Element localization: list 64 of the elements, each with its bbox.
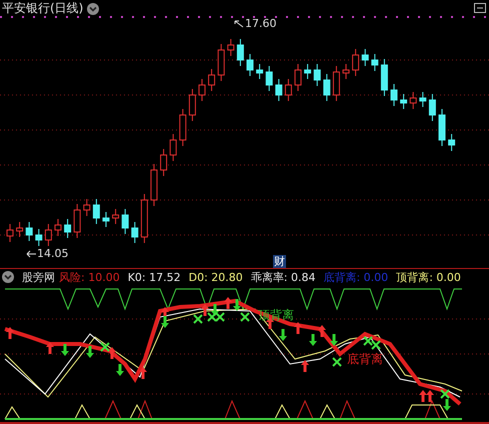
candlestick (44, 224, 52, 246)
candlestick (74, 204, 81, 238)
candlestick (26, 222, 33, 242)
candlestick (54, 218, 62, 236)
candlestick (284, 78, 292, 102)
candlestick (218, 44, 225, 82)
candlestick (275, 78, 282, 102)
dropdown-icon[interactable] (2, 271, 14, 283)
candlestick (304, 64, 312, 80)
candlestick (246, 54, 254, 76)
candlestick (419, 92, 426, 108)
candlestick (390, 84, 398, 106)
candlestick (342, 64, 350, 80)
divergence-label: 底背离 (347, 351, 383, 368)
candlestick (314, 64, 321, 86)
toggle-icon[interactable] (474, 3, 486, 13)
candlestick (35, 228, 42, 246)
candlestick (102, 212, 110, 228)
candlestick (256, 64, 264, 80)
candlestick (122, 208, 129, 234)
candlestick (400, 94, 408, 110)
candlestick (6, 224, 14, 242)
indicator-name: 股旁网 (22, 270, 55, 284)
candlestick (112, 208, 120, 224)
indicator-value: D0: 20.80 (188, 270, 243, 284)
candlestick (448, 134, 456, 152)
high-price-label: 17.60 (245, 17, 276, 30)
indicator-value: 顶背离: 0.00 (396, 270, 461, 284)
arrow-icon (26, 250, 36, 258)
dropdown-icon[interactable] (87, 2, 100, 14)
candlestick (332, 66, 340, 102)
candlestick (208, 68, 216, 92)
candlestick (131, 222, 138, 244)
candlestick (188, 88, 196, 122)
candlestick (371, 54, 378, 72)
candlestick (428, 94, 436, 122)
indicator-value: 底背离: 0.00 (323, 270, 388, 284)
candlestick (179, 108, 186, 146)
candlestick (362, 48, 369, 66)
candlestick (236, 38, 244, 66)
chart-title: 平安银行(日线) (2, 0, 84, 17)
candlestick (352, 48, 360, 76)
candlestick (170, 134, 177, 162)
candlestick (380, 58, 388, 96)
candlestick (150, 164, 158, 206)
candlestick (198, 78, 206, 102)
candlestick (410, 92, 417, 110)
arrow-icon (234, 20, 244, 28)
event-marker[interactable]: 财 (273, 255, 286, 268)
candlestick (64, 218, 72, 238)
candlestick (92, 198, 100, 224)
candlestick (140, 194, 148, 244)
candlestick (160, 148, 168, 176)
candlestick (16, 222, 24, 238)
candlestick (227, 38, 234, 56)
indicator-value: 乖离率: 0.84 (250, 270, 316, 284)
candlestick (438, 108, 446, 146)
indicator-value: 风险: 10.00 (59, 270, 120, 284)
candlestick (83, 198, 90, 216)
candlestick (323, 74, 330, 102)
low-price-label: 14.05 (37, 247, 68, 260)
indicator-value: K0: 17.52 (128, 270, 181, 284)
candlestick (266, 66, 273, 92)
candlestick (294, 64, 302, 92)
